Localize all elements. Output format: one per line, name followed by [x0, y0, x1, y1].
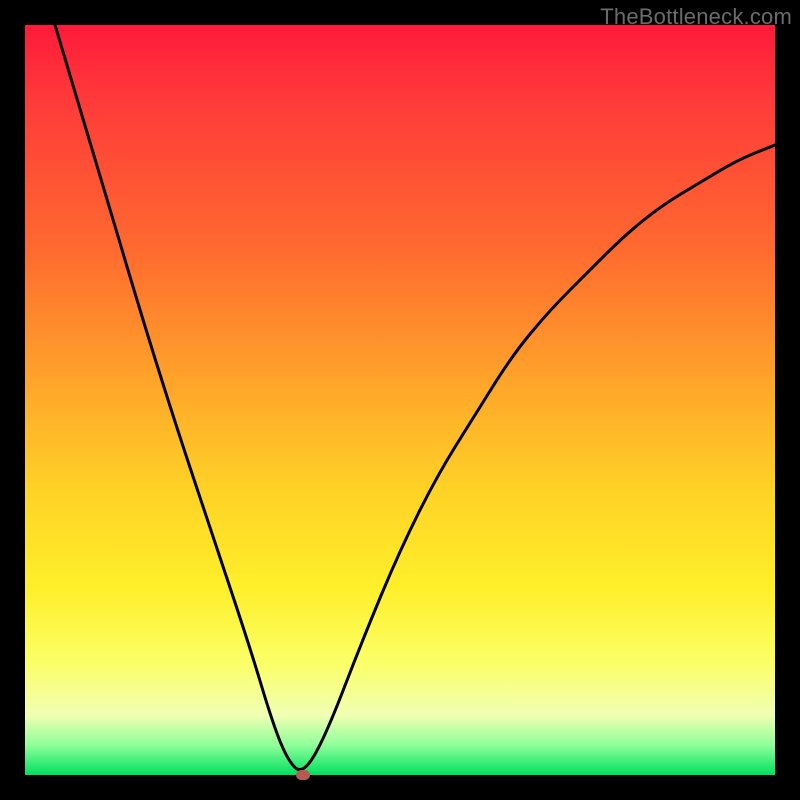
- bottleneck-curve: [25, 25, 775, 775]
- optimum-marker: [296, 770, 310, 780]
- chart-frame: TheBottleneck.com: [0, 0, 800, 800]
- plot-area: [25, 25, 775, 775]
- watermark-text: TheBottleneck.com: [600, 4, 792, 30]
- curve-path: [55, 25, 775, 770]
